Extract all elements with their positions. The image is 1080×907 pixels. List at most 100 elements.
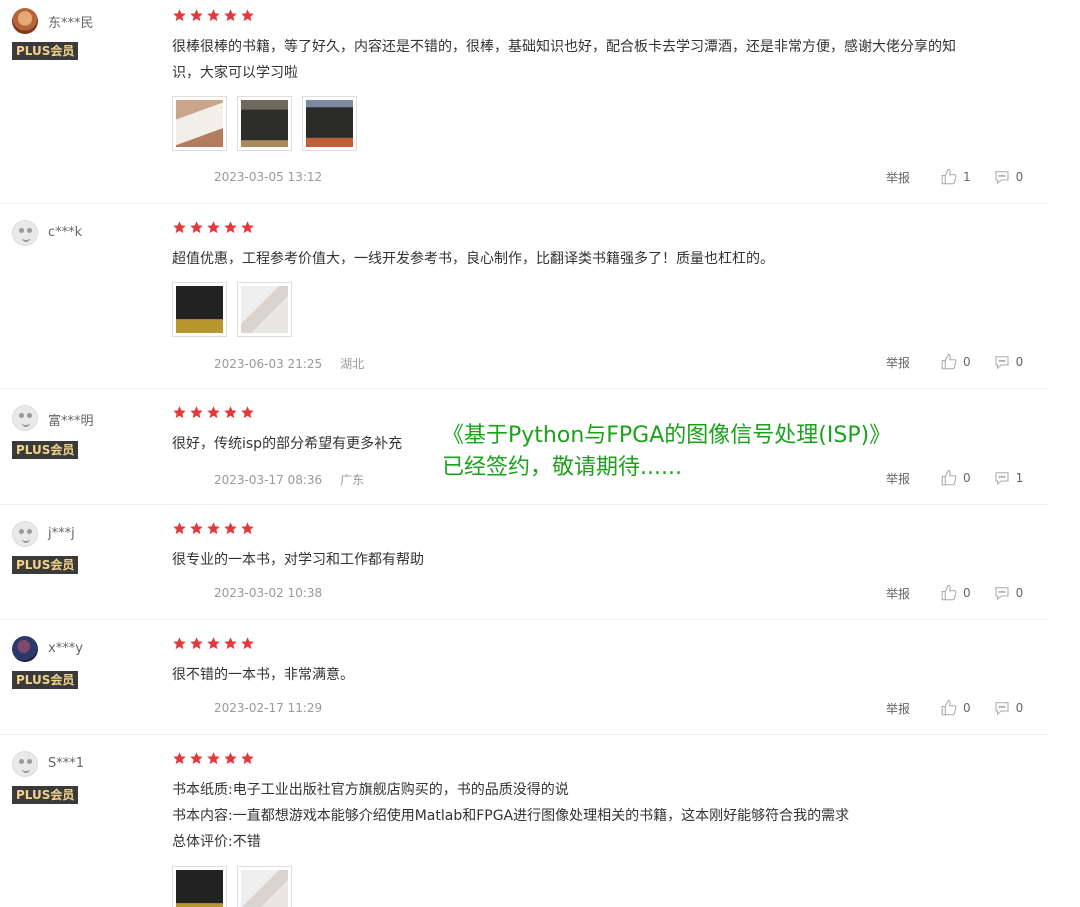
default-avatar[interactable] — [12, 220, 38, 246]
username[interactable]: x***y — [48, 641, 83, 656]
star-icon — [240, 521, 255, 535]
star-icon — [206, 8, 221, 22]
star-icon — [240, 636, 255, 650]
comment-button[interactable]: 0 — [993, 353, 1023, 371]
username[interactable]: 富***明 — [48, 410, 94, 429]
username[interactable]: S***1 — [48, 756, 84, 771]
review-date: 2023-03-05 13:12 — [214, 170, 323, 184]
rating-stars — [172, 636, 255, 650]
star-icon — [172, 636, 187, 650]
report-link[interactable]: 举报 — [886, 700, 910, 717]
review-meta: 2023-06-03 21:25 湖北 — [214, 355, 364, 372]
username[interactable]: j***j — [48, 526, 75, 541]
star-icon — [206, 636, 221, 650]
review-item: S***1 PLUS会员 书本纸质:电子工业出版社官方旗舰店购买的，书的品质没得… — [0, 735, 1048, 907]
speech-bubble-icon — [993, 699, 1011, 717]
username[interactable]: 东***民 — [48, 12, 94, 31]
plus-member-badge: PLUS会员 — [12, 671, 79, 689]
review-actions: 举报 1 0 — [886, 168, 1023, 186]
review-date: 2023-02-17 11:29 — [214, 701, 323, 715]
comment-button[interactable]: 0 — [993, 168, 1023, 186]
review-images — [172, 282, 292, 337]
review-meta: 2023-03-17 08:36 广东 — [214, 471, 364, 488]
review-text: 很棒很棒的书籍，等了好久，内容还是不错的，很棒，基础知识也好，配合板卡去学习潭酒… — [172, 39, 956, 81]
plus-member-badge: PLUS会员 — [12, 441, 79, 459]
comment-button[interactable]: 0 — [993, 699, 1023, 717]
review-item: c***k 超值优惠，工程参考价值大，一线开发参考书，良心制作，比翻译类书籍强多… — [0, 204, 1048, 389]
star-icon — [223, 405, 238, 419]
plus-member-badge: PLUS会员 — [12, 786, 79, 804]
star-icon — [189, 521, 204, 535]
review-image-thumbnail[interactable] — [172, 282, 227, 337]
review-text: 很不错的一本书，非常满意。 — [172, 667, 354, 683]
star-icon — [240, 8, 255, 22]
star-icon — [240, 220, 255, 234]
star-icon — [189, 751, 204, 765]
comment-button[interactable]: 1 — [993, 469, 1023, 487]
default-avatar[interactable] — [12, 521, 38, 547]
star-icon — [223, 636, 238, 650]
review-date: 2023-06-03 21:25 — [214, 357, 323, 371]
star-icon — [189, 405, 204, 419]
star-icon — [172, 751, 187, 765]
report-link[interactable]: 举报 — [886, 354, 910, 371]
comment-button[interactable]: 0 — [993, 584, 1023, 602]
review-image-thumbnail[interactable] — [237, 282, 292, 337]
review-text: 书本纸质:电子工业出版社官方旗舰店购买的，书的品质没得的说 书本内容:一直都想游… — [172, 782, 850, 850]
star-icon — [206, 751, 221, 765]
review-text: 很专业的一本书，对学习和工作都有帮助 — [172, 552, 424, 568]
star-icon — [223, 521, 238, 535]
review-item: j***j PLUS会员 很专业的一本书，对学习和工作都有帮助 2023-03-… — [0, 505, 1048, 620]
speech-bubble-icon — [993, 353, 1011, 371]
review-image-thumbnail[interactable] — [302, 96, 357, 151]
like-button[interactable]: 0 — [940, 699, 971, 717]
review-item: 东***民 PLUS会员 很棒很棒的书籍，等了好久，内容还是不错的，很棒，基础知… — [0, 0, 1048, 204]
like-button[interactable]: 0 — [940, 469, 971, 487]
overlay-line-2: 已经签约，敬请期待...... — [442, 455, 682, 480]
user-avatar[interactable] — [12, 8, 38, 34]
thumbs-up-icon — [940, 584, 958, 602]
report-link[interactable]: 举报 — [886, 585, 910, 602]
review-location: 湖北 — [340, 357, 365, 371]
default-avatar[interactable] — [12, 405, 38, 431]
username[interactable]: c***k — [48, 225, 82, 240]
review-location: 广东 — [340, 473, 365, 487]
speech-bubble-icon — [993, 469, 1011, 487]
user-avatar[interactable] — [12, 636, 38, 662]
speech-bubble-icon — [993, 584, 1011, 602]
thumbs-up-icon — [940, 469, 958, 487]
star-icon — [172, 220, 187, 234]
report-link[interactable]: 举报 — [886, 169, 910, 186]
review-image-thumbnail[interactable] — [237, 96, 292, 151]
star-icon — [206, 405, 221, 419]
rating-stars — [172, 220, 255, 234]
review-actions: 举报 0 1 — [886, 469, 1023, 487]
star-icon — [223, 751, 238, 765]
star-icon — [240, 405, 255, 419]
star-icon — [189, 636, 204, 650]
review-image-thumbnail[interactable] — [172, 96, 227, 151]
review-image-thumbnail[interactable] — [237, 866, 292, 907]
review-text: 超值优惠，工程参考价值大，一线开发参考书，良心制作，比翻译类书籍强多了！质量也杠… — [172, 251, 774, 267]
star-icon — [240, 751, 255, 765]
rating-stars — [172, 405, 255, 419]
rating-stars — [172, 751, 255, 765]
review-image-thumbnail[interactable] — [172, 866, 227, 907]
star-icon — [172, 405, 187, 419]
plus-member-badge: PLUS会员 — [12, 556, 79, 574]
rating-stars — [172, 521, 255, 535]
overlay-announcement: 《基于Python与FPGA的图像信号处理(ISP)》 已经签约，敬请期待...… — [442, 420, 891, 484]
default-avatar[interactable] — [12, 751, 38, 777]
review-images — [172, 866, 292, 907]
like-button[interactable]: 0 — [940, 584, 971, 602]
review-item: x***y PLUS会员 很不错的一本书，非常满意。 2023-02-17 11… — [0, 620, 1048, 735]
review-date: 2023-03-17 08:36 — [214, 473, 323, 487]
thumbs-up-icon — [940, 699, 958, 717]
overlay-line-1: 《基于Python与FPGA的图像信号处理(ISP)》 — [442, 423, 892, 448]
speech-bubble-icon — [993, 168, 1011, 186]
like-button[interactable]: 0 — [940, 353, 971, 371]
review-actions: 举报 0 0 — [886, 584, 1023, 602]
like-button[interactable]: 1 — [940, 168, 971, 186]
review-date: 2023-03-02 10:38 — [214, 586, 323, 600]
star-icon — [206, 521, 221, 535]
